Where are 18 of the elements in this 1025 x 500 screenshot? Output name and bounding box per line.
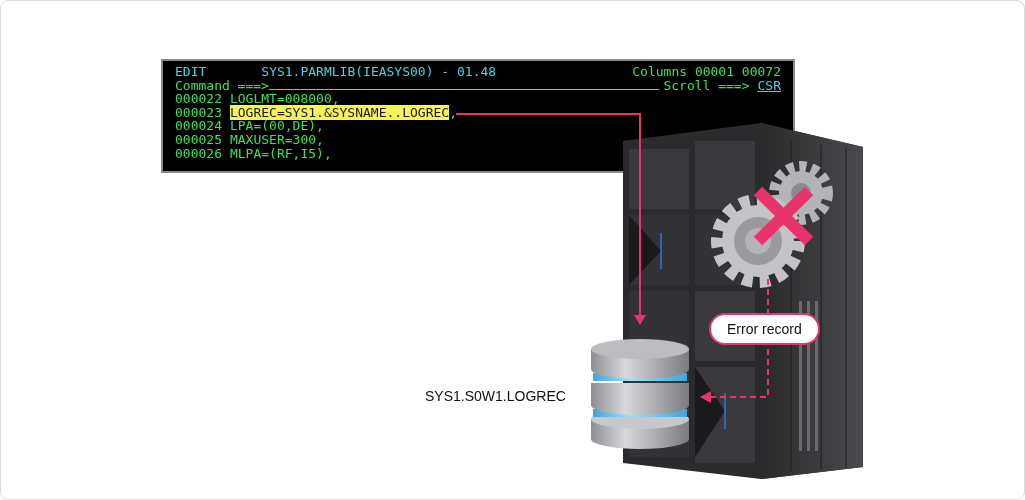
code-text: MLPA=(RF,I5), (229, 146, 332, 161)
error-record-callout: Error record (709, 313, 820, 345)
dataset-title: SYS1.PARMLIB(IEASYS00) - 01.48 (261, 65, 497, 79)
scroll-value[interactable]: CSR (757, 78, 781, 93)
line-number: 000024 (175, 119, 222, 133)
line-number: 000026 (175, 146, 222, 161)
line-number: 000025 (175, 132, 222, 147)
code-text: LPA=(00,DE), (229, 119, 324, 133)
dataset-label: SYS1.S0W1.LOGREC (425, 388, 566, 404)
scroll-label: Scroll ===> (663, 78, 750, 93)
columns-text: Columns 00001 00072 (632, 65, 781, 79)
code-text: MAXUSER=300, (229, 132, 324, 147)
code-text: LOGREC=SYS1.&SYSNAME..LOGREC, (229, 105, 457, 120)
code-text: LOGLMT=008000, (229, 92, 340, 106)
command-prompt: Command ===> (175, 78, 269, 93)
line-number: 000023 (175, 105, 222, 120)
terminal-mode-text: EDIT (175, 65, 207, 79)
line-number: 000022 (175, 92, 222, 106)
